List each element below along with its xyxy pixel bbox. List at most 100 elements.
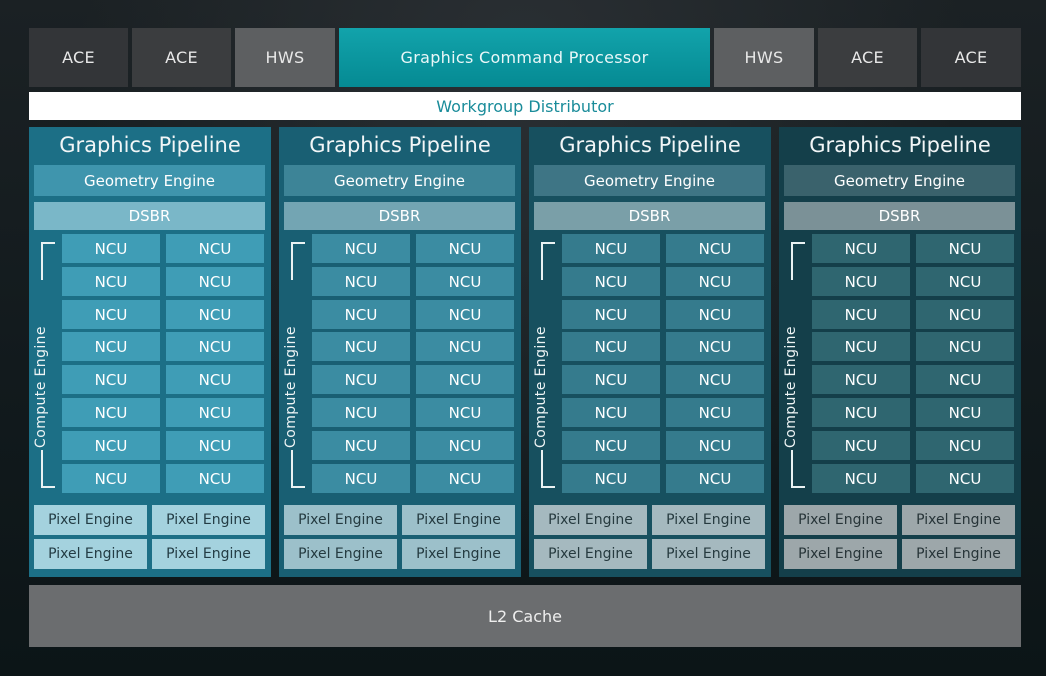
compute-engine-bracket-bottom: [291, 450, 305, 488]
pixel-engine: Pixel Engine: [902, 539, 1015, 569]
ncu-block: NCU: [312, 431, 410, 460]
dsbr: DSBR: [284, 202, 515, 230]
dsbr: DSBR: [784, 202, 1015, 230]
pixel-engine: Pixel Engine: [784, 505, 897, 535]
ncu-block: NCU: [916, 267, 1014, 296]
pixel-engine-label: Pixel Engine: [798, 512, 883, 528]
ncu-block: NCU: [312, 300, 410, 329]
graphics-pipeline-4: Graphics Pipeline Geometry Engine DSBR Comp…: [779, 127, 1021, 577]
ncu-block: NCU: [416, 431, 514, 460]
ace-block-3: ACE: [818, 28, 917, 87]
ncu-label: NCU: [198, 370, 232, 389]
ncu-label: NCU: [198, 469, 232, 488]
ncu-label: NCU: [198, 239, 232, 258]
ncu-block: NCU: [312, 464, 410, 493]
ncu-label: NCU: [948, 337, 982, 356]
ncu-block: NCU: [666, 234, 764, 263]
hws-label: HWS: [744, 48, 784, 67]
gcp-label: Graphics Command Processor: [400, 48, 649, 67]
ncu-block: NCU: [916, 300, 1014, 329]
ncu-block: NCU: [916, 234, 1014, 263]
ncu-block: NCU: [666, 464, 764, 493]
ncu-block: NCU: [62, 431, 160, 460]
ncu-label: NCU: [344, 305, 378, 324]
dsbr-label: DSBR: [128, 207, 171, 225]
ncu-label: NCU: [198, 337, 232, 356]
pixel-engine-label: Pixel Engine: [48, 546, 133, 562]
pixel-engine: Pixel Engine: [534, 505, 647, 535]
ncu-block: NCU: [812, 464, 910, 493]
ncu-label: NCU: [94, 436, 128, 455]
ncu-block: NCU: [166, 234, 264, 263]
ncu-block: NCU: [166, 464, 264, 493]
ace-label: ACE: [62, 48, 95, 67]
ncu-block: NCU: [562, 267, 660, 296]
ncu-block: NCU: [812, 300, 910, 329]
geometry-engine: Geometry Engine: [34, 165, 265, 196]
compute-engine-bracket-top: [541, 242, 555, 280]
ace-label: ACE: [954, 48, 988, 67]
compute-engine-text: Compute Engine: [783, 326, 799, 448]
ncu-block: NCU: [166, 267, 264, 296]
ncu-label: NCU: [594, 370, 628, 389]
ncu-block: NCU: [62, 332, 160, 361]
ncu-label: NCU: [448, 239, 482, 258]
pixel-engine-label: Pixel Engine: [916, 512, 1001, 528]
ncu-label: NCU: [344, 337, 378, 356]
graphics-pipeline-3: Graphics Pipeline Geometry Engine DSBR Comp…: [529, 127, 771, 577]
ncu-block: NCU: [562, 398, 660, 427]
ncu-block: NCU: [562, 300, 660, 329]
ncu-label: NCU: [344, 272, 378, 291]
pixel-engine-label: Pixel Engine: [916, 546, 1001, 562]
pixel-engine: Pixel Engine: [152, 539, 265, 569]
pixel-engine-label: Pixel Engine: [298, 546, 383, 562]
ncu-block: NCU: [166, 398, 264, 427]
ncu-label: NCU: [844, 403, 878, 422]
pixel-engine: Pixel Engine: [534, 539, 647, 569]
ncu-block: NCU: [916, 398, 1014, 427]
workgroup-distributor-label: Workgroup Distributor: [436, 96, 614, 116]
pixel-engine-label: Pixel Engine: [666, 546, 751, 562]
ncu-label: NCU: [448, 272, 482, 291]
geometry-engine: Geometry Engine: [784, 165, 1015, 196]
l2-cache-label: L2 Cache: [488, 606, 562, 626]
geometry-engine: Geometry Engine: [534, 165, 765, 196]
ncu-block: NCU: [812, 431, 910, 460]
pixel-engine: Pixel Engine: [152, 505, 265, 535]
ncu-label: NCU: [94, 370, 128, 389]
ncu-label: NCU: [94, 272, 128, 291]
ncu-label: NCU: [198, 305, 232, 324]
ncu-block: NCU: [312, 332, 410, 361]
pixel-engine: Pixel Engine: [784, 539, 897, 569]
ncu-label: NCU: [698, 305, 732, 324]
ncu-block: NCU: [312, 234, 410, 263]
dsbr: DSBR: [534, 202, 765, 230]
ncu-block: NCU: [812, 234, 910, 263]
ncu-block: NCU: [916, 332, 1014, 361]
ncu-block: NCU: [166, 300, 264, 329]
ncu-block: NCU: [166, 431, 264, 460]
ncu-label: NCU: [844, 272, 878, 291]
ncu-label: NCU: [448, 436, 482, 455]
ncu-label: NCU: [198, 272, 232, 291]
pixel-engine: Pixel Engine: [284, 505, 397, 535]
ncu-label: NCU: [844, 469, 878, 488]
ncu-label: NCU: [344, 436, 378, 455]
compute-engine-label: Compute Engine: [281, 307, 301, 467]
hws-block-2: HWS: [714, 28, 814, 87]
pixel-engine-label: Pixel Engine: [416, 546, 501, 562]
pixel-engine: Pixel Engine: [652, 505, 765, 535]
pixel-engine: Pixel Engine: [34, 505, 147, 535]
ncu-block: NCU: [916, 464, 1014, 493]
ncu-label: NCU: [594, 337, 628, 356]
pixel-engine: Pixel Engine: [34, 539, 147, 569]
compute-engine-bracket-bottom: [791, 450, 805, 488]
ncu-label: NCU: [948, 436, 982, 455]
graphics-pipeline-1: Graphics Pipeline Geometry Engine DSBR Comp…: [29, 127, 271, 577]
ncu-label: NCU: [844, 370, 878, 389]
compute-engine-bracket-top: [41, 242, 55, 280]
compute-engine-text: Compute Engine: [283, 326, 299, 448]
ncu-label: NCU: [344, 239, 378, 258]
ncu-block: NCU: [62, 398, 160, 427]
geometry-engine-label: Geometry Engine: [584, 171, 715, 190]
